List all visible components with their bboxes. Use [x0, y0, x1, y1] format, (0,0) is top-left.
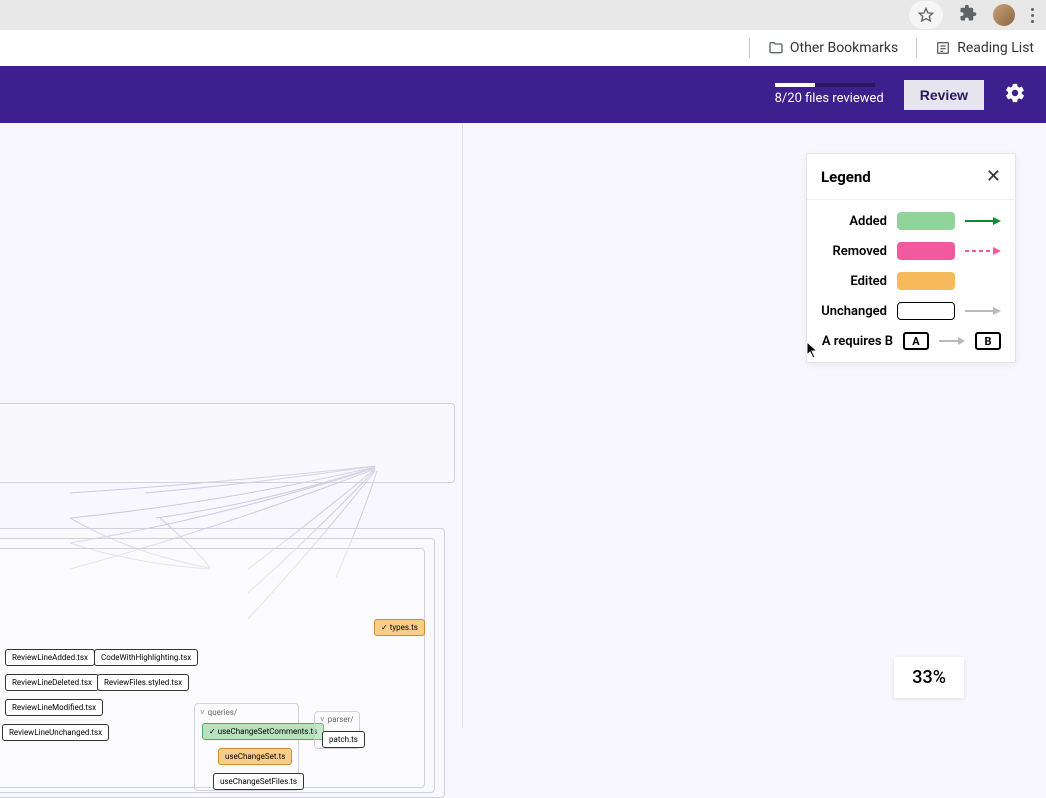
- legend-row-removed: Removed: [821, 242, 1001, 260]
- swatch-removed: [897, 242, 955, 260]
- file-node[interactable]: useChangeSetFiles.ts: [213, 773, 304, 790]
- swatch-edited: [897, 272, 955, 290]
- legend-title: Legend: [821, 168, 871, 186]
- reading-list-label: Reading List: [957, 40, 1034, 56]
- legend-body: Added Removed Edited Unchanged: [807, 200, 1015, 362]
- app-header: 8/20 files reviewed Review: [0, 66, 1046, 123]
- divider: [916, 38, 917, 58]
- bookmarks-bar: Other Bookmarks Reading List: [0, 30, 1046, 66]
- graph-canvas[interactable]: types.ts ReviewLineAdded.tsx CodeWithHig…: [0, 123, 1046, 728]
- swatch-unchanged: [897, 302, 955, 320]
- legend-label: A requires B: [821, 334, 893, 349]
- file-node[interactable]: patch.ts: [322, 731, 365, 748]
- divider: [749, 38, 750, 58]
- legend-label: Removed: [821, 244, 887, 259]
- file-node[interactable]: ReviewLineModified.tsx: [5, 699, 103, 716]
- legend-label: Added: [821, 214, 887, 229]
- file-node[interactable]: ReviewFiles.styled.tsx: [97, 674, 189, 691]
- legend-row-unchanged: Unchanged: [821, 302, 1001, 320]
- bookmark-star-icon[interactable]: [909, 1, 943, 29]
- legend-label: Edited: [821, 274, 887, 289]
- review-progress: 8/20 files reviewed: [775, 83, 884, 106]
- file-node[interactable]: CodeWithHighlighting.tsx: [94, 649, 198, 666]
- reading-list-button[interactable]: Reading List: [935, 40, 1034, 56]
- arrow-added-icon: [965, 216, 1001, 226]
- other-bookmarks-label: Other Bookmarks: [790, 40, 898, 56]
- panel-divider[interactable]: [462, 123, 463, 728]
- progress-bar-fill: [775, 83, 815, 87]
- legend-row-requires: A requires B A B: [821, 332, 1001, 350]
- file-node[interactable]: useChangeSetComments.ts: [202, 723, 324, 740]
- file-node[interactable]: useChangeSet.ts: [218, 748, 292, 765]
- browser-menu-icon[interactable]: [1031, 8, 1034, 23]
- folder-label-parser[interactable]: parser/: [320, 715, 354, 724]
- arrow-requires-icon: [939, 336, 965, 346]
- review-button[interactable]: Review: [904, 80, 984, 110]
- legend-header: Legend ✕: [807, 154, 1015, 200]
- file-node[interactable]: ReviewLineAdded.tsx: [5, 649, 95, 666]
- progress-bar: [775, 83, 875, 87]
- legend-row-added: Added: [821, 212, 1001, 230]
- dependency-graph: types.ts ReviewLineAdded.tsx CodeWithHig…: [0, 283, 462, 723]
- mouse-cursor-icon: [806, 341, 820, 363]
- browser-toolbar: [0, 0, 1046, 30]
- legend-panel: Legend ✕ Added Removed Edited: [806, 153, 1016, 363]
- requires-box-b: B: [975, 332, 1001, 350]
- extensions-icon[interactable]: [959, 4, 977, 26]
- requires-box-a: A: [903, 332, 929, 350]
- other-bookmarks-button[interactable]: Other Bookmarks: [768, 40, 898, 56]
- legend-label: Unchanged: [821, 304, 887, 319]
- swatch-added: [897, 212, 955, 230]
- profile-avatar[interactable]: [993, 4, 1015, 26]
- file-node[interactable]: ReviewLineDeleted.tsx: [5, 674, 99, 691]
- progress-label: 8/20 files reviewed: [775, 91, 884, 106]
- zoom-indicator[interactable]: 33%: [894, 657, 964, 698]
- arrow-removed-icon: [965, 246, 1001, 256]
- legend-close-icon[interactable]: ✕: [986, 166, 1001, 187]
- file-node[interactable]: ReviewLineUnchanged.tsx: [2, 724, 109, 741]
- file-node-types[interactable]: types.ts: [374, 619, 425, 636]
- arrow-unchanged-icon: [965, 306, 1001, 316]
- folder-box: [0, 403, 455, 483]
- folder-label-queries[interactable]: queries/: [200, 708, 237, 717]
- legend-row-edited: Edited: [821, 272, 1001, 290]
- settings-gear-icon[interactable]: [1004, 82, 1026, 108]
